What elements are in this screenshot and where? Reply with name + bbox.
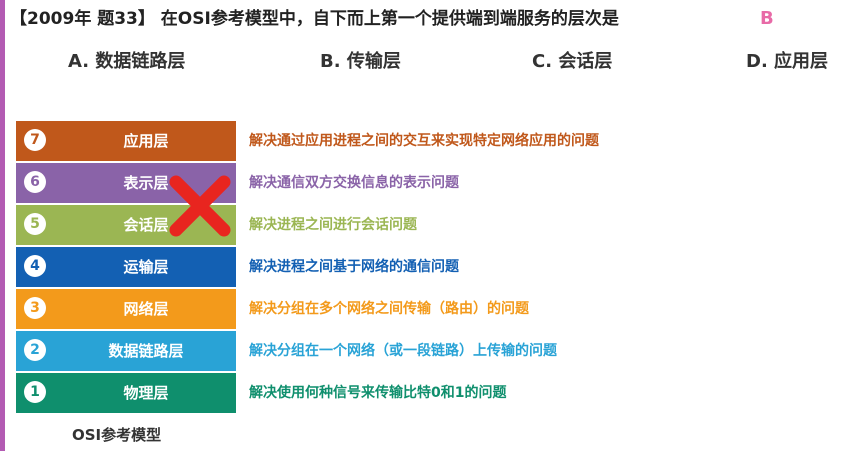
layer-description: 解决进程之间进行会话问题 (249, 217, 417, 233)
layer-2-data-link: 2 数据链路层 (16, 331, 236, 371)
layer-number-badge: 4 (24, 255, 46, 277)
cross-mark-icon (169, 175, 231, 237)
layer-description: 解决进程之间基于网络的通信问题 (249, 259, 459, 275)
layer-4-transport: 4 运输层 (16, 247, 236, 287)
option-d[interactable]: D. 应用层 (746, 48, 828, 76)
layer-name: 运输层 (123, 258, 169, 276)
layer-7-application: 7 应用层 (16, 121, 236, 161)
option-b[interactable]: B. 传输层 (320, 48, 401, 76)
layer-number-badge: 3 (24, 297, 46, 319)
layer-1-physical: 1 物理层 (16, 373, 236, 413)
option-c[interactable]: C. 会话层 (532, 48, 612, 76)
left-accent-bar (0, 0, 5, 451)
layer-description: 解决分组在多个网络之间传输（路由）的问题 (249, 301, 529, 317)
diagram-caption: OSI参考模型 (72, 426, 162, 444)
layer-number-badge: 2 (24, 339, 46, 361)
layer-3-network: 3 网络层 (16, 289, 236, 329)
layer-description: 解决分组在一个网络（或一段链路）上传输的问题 (249, 343, 557, 359)
layer-number-badge: 6 (24, 171, 46, 193)
layer-name: 数据链路层 (108, 342, 184, 360)
layer-name: 应用层 (123, 132, 169, 150)
answer-label: B (760, 8, 774, 29)
layer-description: 解决通信双方交换信息的表示问题 (249, 175, 459, 191)
layer-number-badge: 7 (24, 129, 46, 151)
option-a[interactable]: A. 数据链路层 (68, 48, 185, 76)
question-text: 【2009年 题33】 在OSI参考模型中，自下而上第一个提供端到端服务的层次是 (10, 9, 619, 29)
layer-number-badge: 5 (24, 213, 46, 235)
layer-description: 解决通过应用进程之间的交互来实现特定网络应用的问题 (249, 133, 599, 149)
layer-name: 网络层 (123, 300, 169, 318)
layer-name: 物理层 (123, 384, 169, 402)
layer-description: 解决使用何种信号来传输比特0和1的问题 (249, 385, 507, 401)
layer-number-badge: 1 (24, 381, 46, 403)
